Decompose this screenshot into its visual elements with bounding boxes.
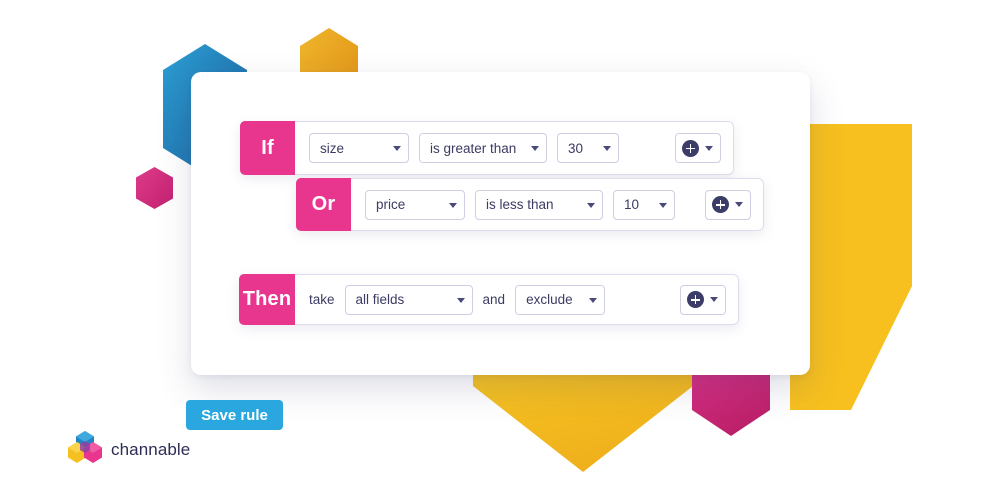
chevron-down-icon <box>735 202 743 207</box>
channable-wordmark: channable <box>111 439 191 459</box>
chevron-down-icon <box>531 146 539 151</box>
or-field-value: price <box>376 197 406 212</box>
if-operator-value: is greater than <box>430 140 517 156</box>
chevron-down-icon <box>603 146 611 151</box>
or-operator-value: is less than <box>486 197 554 212</box>
then-target-fields-value: all fields <box>355 292 405 307</box>
hexagon-yellow-bottom-icon <box>473 360 693 472</box>
rule-row-or[interactable]: Or price is less than 10 <box>296 178 764 231</box>
channable-hexagons-logo-icon <box>68 430 102 469</box>
chevron-down-icon <box>710 297 718 302</box>
chevron-down-icon <box>587 202 595 208</box>
chevron-down-icon <box>589 297 598 303</box>
rule-row-if-body: size is greater than 30 <box>295 122 733 174</box>
page-canvas: If size is greater than 30 Or price is l… <box>0 0 1000 500</box>
or-add-condition-button[interactable] <box>705 189 751 220</box>
plus-icon <box>712 196 729 213</box>
plus-icon <box>687 291 704 308</box>
chevron-down-icon <box>659 202 667 208</box>
if-field-select[interactable]: size <box>309 133 409 163</box>
then-target-fields-select[interactable]: all fields <box>344 284 473 315</box>
save-rule-button[interactable]: Save rule <box>186 400 283 430</box>
then-take-label: take <box>309 292 335 307</box>
rule-row-or-body: price is less than 10 <box>351 179 763 230</box>
then-and-label: and <box>482 292 506 307</box>
rule-tag-if: If <box>240 121 295 175</box>
rule-row-then-body: take all fields and exclude <box>295 275 738 324</box>
or-field-select[interactable]: price <box>365 189 465 220</box>
rule-row-if[interactable]: If size is greater than 30 <box>240 121 734 175</box>
chevron-down-icon <box>705 145 713 151</box>
plus-icon <box>682 139 699 157</box>
channable-logo: channable <box>68 430 190 469</box>
if-add-condition-button[interactable] <box>675 133 721 163</box>
if-operator-select[interactable]: is greater than <box>419 133 547 163</box>
chevron-down-icon <box>449 202 457 208</box>
then-action-value: exclude <box>526 292 573 307</box>
or-value-select[interactable]: 10 <box>613 189 675 220</box>
chevron-down-icon <box>456 297 465 303</box>
if-value-select[interactable]: 30 <box>557 133 619 163</box>
chevron-down-icon <box>393 146 401 151</box>
if-field-value: size <box>320 140 345 156</box>
rule-tag-then: Then <box>239 274 295 325</box>
hexagon-pink-small-left-icon <box>136 167 173 209</box>
or-value-value: 10 <box>624 197 640 212</box>
then-add-action-button[interactable] <box>680 284 726 315</box>
then-action-select[interactable]: exclude <box>515 284 606 315</box>
rule-tag-or: Or <box>296 178 351 231</box>
if-value-value: 30 <box>568 140 584 156</box>
rule-row-then[interactable]: Then take all fields and exclude <box>239 274 739 325</box>
or-operator-select[interactable]: is less than <box>475 189 603 220</box>
